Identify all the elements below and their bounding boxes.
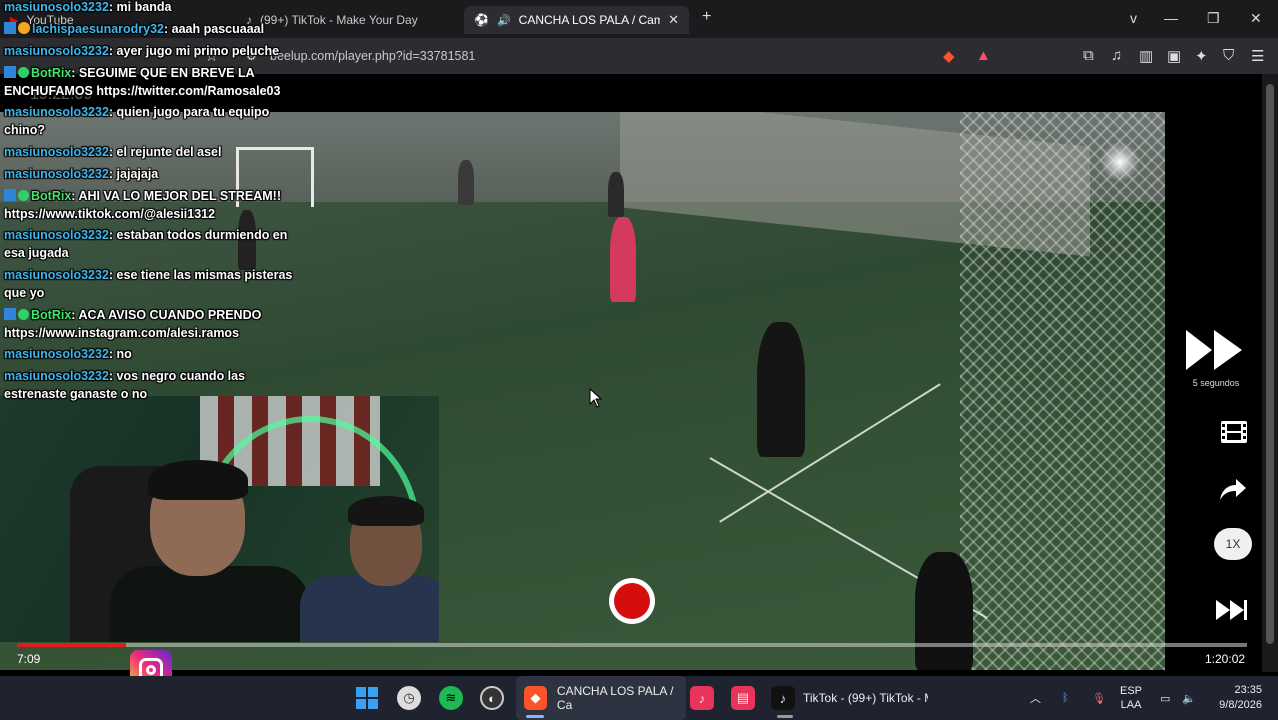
obs-icon: ◐ <box>480 686 504 710</box>
skip-seconds-label: 5 segundos <box>1192 378 1240 388</box>
player-black <box>757 322 805 457</box>
taskbar-app-tracker[interactable]: ▤ <box>731 676 755 720</box>
start-button[interactable] <box>355 676 379 720</box>
pitch-line <box>719 383 941 523</box>
chat-message: masiunosolo3232: no <box>4 347 132 361</box>
net <box>960 112 1165 670</box>
chat-message: masiunosolo3232: el rejunte del asel <box>4 145 222 159</box>
tiktok-icon: ♪ <box>771 686 795 710</box>
fast-forward-end-icon[interactable] <box>1216 598 1248 622</box>
streamer-webcam <box>0 396 439 642</box>
taskbar-app-obs[interactable]: ◐ <box>480 676 504 720</box>
tracker-app-icon: ▤ <box>731 686 755 710</box>
brave-icon: ◆ <box>524 686 547 710</box>
vpn-icon[interactable]: ⛉ <box>1223 47 1234 64</box>
scrollbar-thumb[interactable] <box>1266 84 1274 644</box>
friend-hair <box>348 496 424 526</box>
chat-message: masiunosolo3232: vos negro cuando las es… <box>4 369 246 401</box>
player-red <box>610 217 636 302</box>
taskbar-app-brave[interactable]: ◆ CANCHA LOS PALA / Ca <box>516 676 686 720</box>
bot-badge-icon <box>18 67 29 78</box>
bluetooth-icon[interactable]: ᛒ <box>1062 676 1069 720</box>
player-far <box>458 160 474 205</box>
playback-speed-button[interactable]: 1X <box>1214 528 1252 560</box>
chat-message: masiunosolo3232: quien jugo para tu equi… <box>4 105 270 137</box>
beelup-icon: ⚽ <box>474 13 489 27</box>
taskbar-app-clock[interactable]: ◷ <box>397 676 421 720</box>
friend-body <box>300 576 439 642</box>
tiktok-app-icon: ♪ <box>690 686 714 710</box>
player-far <box>608 172 624 217</box>
close-tab-icon[interactable]: ✕ <box>668 12 679 28</box>
bot-badge-icon <box>18 190 29 201</box>
wallet-icon[interactable]: ▣ <box>1167 47 1181 65</box>
skip-forward-icon[interactable] <box>1186 328 1246 372</box>
media-icon[interactable]: ♫ <box>1111 47 1122 64</box>
menu-icon[interactable]: ☰ <box>1251 47 1264 65</box>
new-tab-button[interactable]: + <box>702 8 711 26</box>
subscriber-badge-icon <box>4 22 16 34</box>
chat-message: lachispaesunarodry32: aaah pascuaaal <box>4 20 304 38</box>
tray-overflow-icon[interactable]: ︿ <box>1030 676 1041 720</box>
film-clip-icon[interactable] <box>1220 418 1248 446</box>
input-language[interactable]: ESP LAA <box>1120 676 1142 720</box>
chat-message: masiunosolo3232: ayer jugo mi primo pelu… <box>4 44 280 58</box>
record-button[interactable] <box>609 578 655 624</box>
spectator <box>915 552 973 670</box>
chat-message: BotRix: AHI VA LO MEJOR DEL STREAM!! htt… <box>4 189 282 221</box>
mouse-cursor-icon <box>589 388 603 408</box>
system-clock[interactable]: 23:35 9/8/2026 <box>1210 676 1262 720</box>
chat-message: masiunosolo3232: estaban todos durmiendo… <box>4 228 288 260</box>
taskbar-app-tiktok[interactable]: ♪ TikTok - (99+) TikTok - M <box>771 676 936 720</box>
share-icon[interactable] <box>1218 476 1248 502</box>
brave-shields-icon[interactable]: ◆ <box>943 47 955 65</box>
tab-search-icon[interactable]: v <box>1130 10 1137 26</box>
chat-message: masiunosolo3232: jajajaja <box>4 167 159 181</box>
streamer-body <box>110 566 310 642</box>
network-icon[interactable]: ▭ <box>1160 676 1170 720</box>
scrollbar[interactable] <box>1262 74 1278 672</box>
taskbar-app-tiktok-pwa[interactable]: ♪ <box>690 676 714 720</box>
windows-logo-icon <box>356 687 378 709</box>
taskbar-app-spotify[interactable]: ≋ <box>439 676 463 720</box>
streamer-hair <box>148 460 248 500</box>
spotify-icon: ≋ <box>439 686 463 710</box>
gift-badge-icon <box>18 22 30 34</box>
moderator-badge-icon <box>4 66 16 78</box>
active-indicator <box>526 715 544 718</box>
brave-rewards-icon[interactable]: ▲ <box>976 47 991 64</box>
volume-icon[interactable]: 🔈 <box>1182 676 1196 720</box>
leo-ai-icon[interactable]: ✦ <box>1195 47 1208 65</box>
chat-message: masiunosolo3232: ese tiene las mismas pi… <box>4 268 293 300</box>
windows-taskbar: ◷ ≋ ◐ ◆ CANCHA LOS PALA / Ca ♪ ▤ ♪ TikTo… <box>0 676 1278 720</box>
maximize-button[interactable]: ❐ <box>1207 10 1220 27</box>
extensions-icon[interactable]: ⧉ <box>1083 47 1094 64</box>
chat-message: BotRix: ACA AVISO CUANDO PRENDO https://… <box>4 308 262 340</box>
bot-badge-icon <box>18 309 29 320</box>
close-window-button[interactable]: ✕ <box>1250 10 1262 27</box>
microphone-icon[interactable]: 🎙 <box>1092 676 1106 720</box>
tab-cancha[interactable]: ⚽ 🔊 CANCHA LOS PALA / Camara ✕ <box>464 6 689 34</box>
clock-app-icon: ◷ <box>397 686 421 710</box>
speaker-icon[interactable]: 🔊 <box>497 14 511 27</box>
chat-message: BotRix: SEGUIME QUE EN BREVE LA ENCHUFAM… <box>4 66 281 98</box>
minimize-button[interactable]: — <box>1164 10 1178 26</box>
sidebar-icon[interactable]: ▥ <box>1139 47 1153 65</box>
seek-bar[interactable] <box>17 643 1247 647</box>
moderator-badge-icon <box>4 189 16 201</box>
moderator-badge-icon <box>4 308 16 320</box>
running-indicator <box>777 715 793 718</box>
current-time: 7:09 <box>17 652 41 666</box>
duration: 1:20:02 <box>1205 652 1246 666</box>
chat-message: masiunosolo3232: mi banda <box>4 0 172 14</box>
seek-bar-progress <box>17 643 127 647</box>
